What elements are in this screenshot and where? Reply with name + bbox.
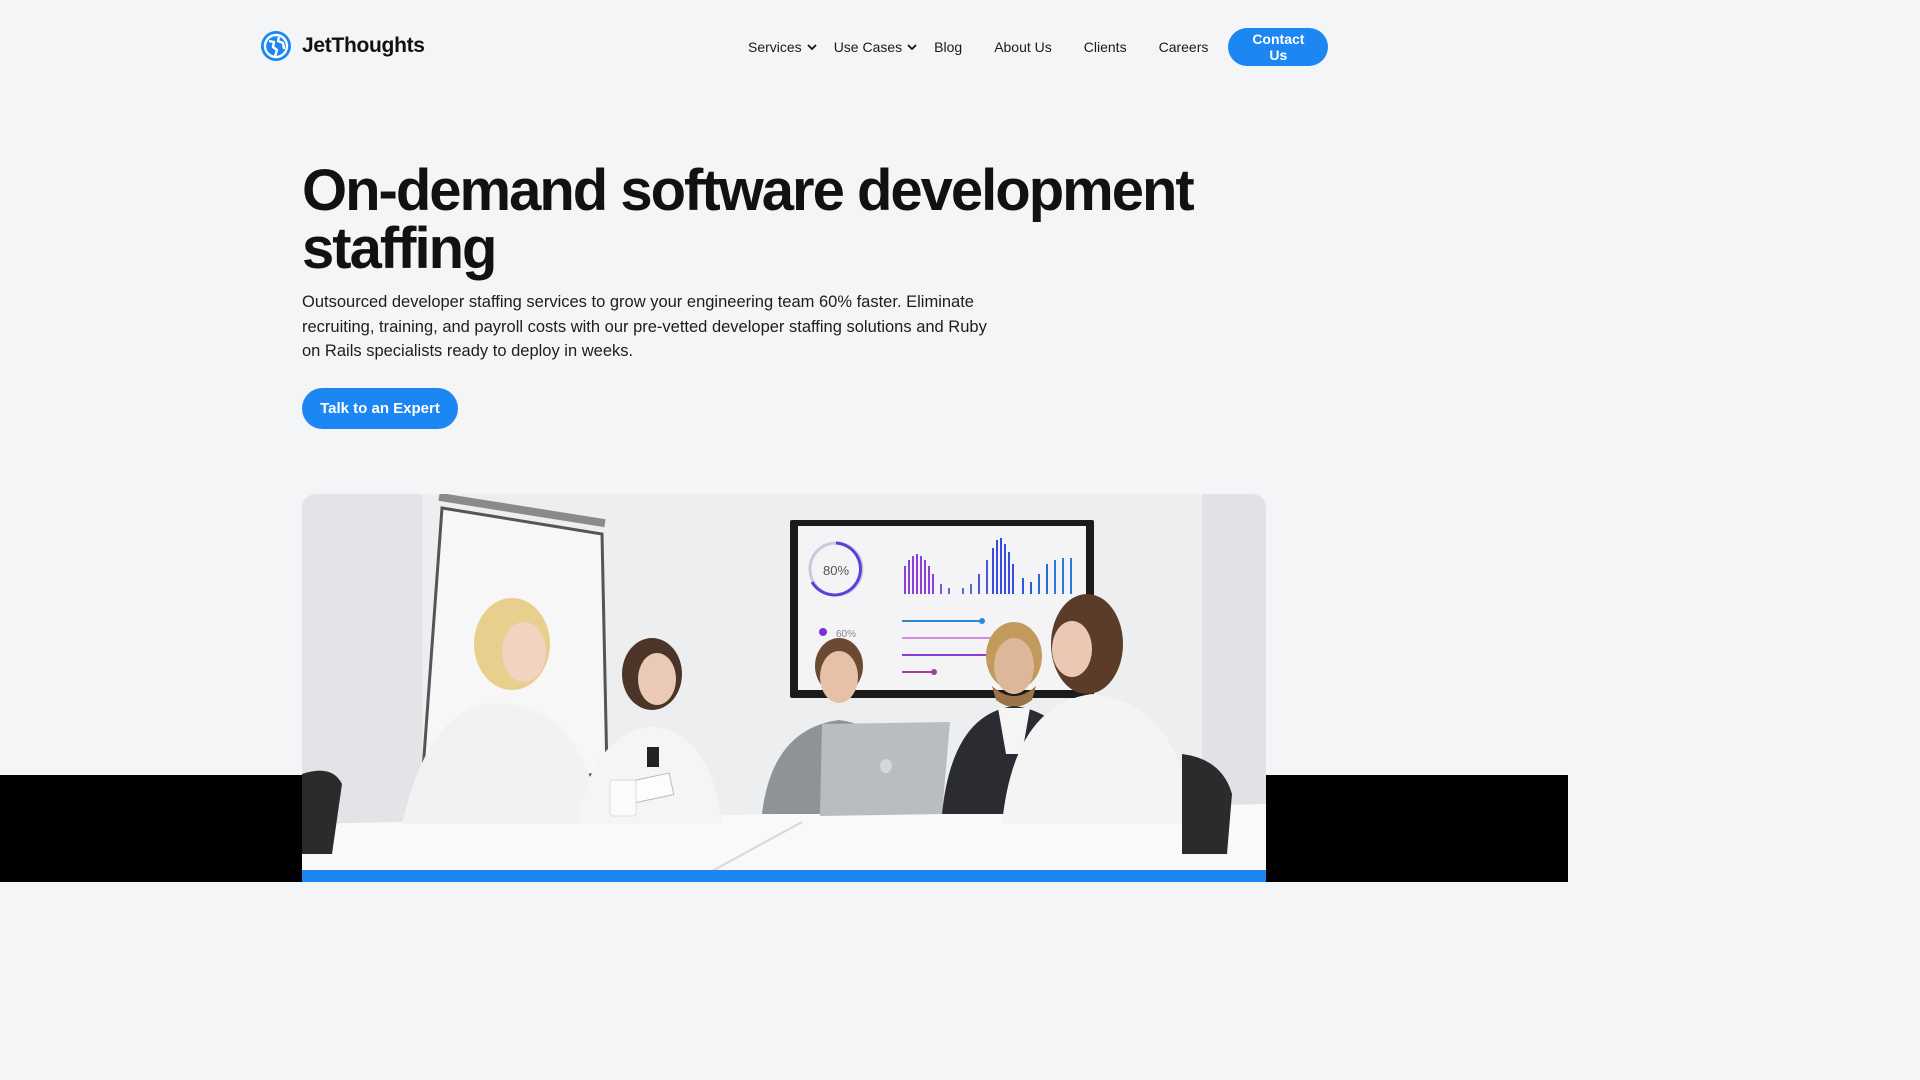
image-accent-bar (302, 870, 1266, 882)
brand-name: JetThoughts (302, 34, 425, 57)
main-nav: Services Use Cases Blog About Us Clients… (748, 28, 1329, 66)
globe-logo-icon (261, 31, 291, 61)
contact-us-button[interactable]: Contact Us (1228, 28, 1329, 66)
hero-team-photo: 80% 60% (302, 494, 1266, 882)
chevron-down-icon (907, 44, 917, 51)
nav-about-us[interactable]: About Us (994, 39, 1052, 55)
talk-to-expert-button[interactable]: Talk to an Expert (302, 388, 458, 429)
nav-services-label: Services (748, 39, 802, 55)
nav-blog[interactable]: Blog (934, 39, 962, 55)
hero-title: On-demand software development staffing (302, 158, 1195, 281)
nav-use-cases-label: Use Cases (833, 39, 903, 55)
nav-careers[interactable]: Careers (1159, 39, 1209, 55)
screen-percent-text: 80% (823, 563, 849, 578)
nav-use-cases[interactable]: Use Cases (834, 39, 918, 55)
nav-services[interactable]: Services (748, 39, 818, 55)
logo-link[interactable]: JetThoughts (260, 30, 425, 62)
site-header: JetThoughts Services Use Cases Blog Abou… (0, 0, 1568, 92)
hero-subtitle: Outsourced developer staffing services t… (302, 293, 987, 360)
nav-clients[interactable]: Clients (1084, 39, 1127, 55)
chevron-down-icon (807, 44, 817, 51)
